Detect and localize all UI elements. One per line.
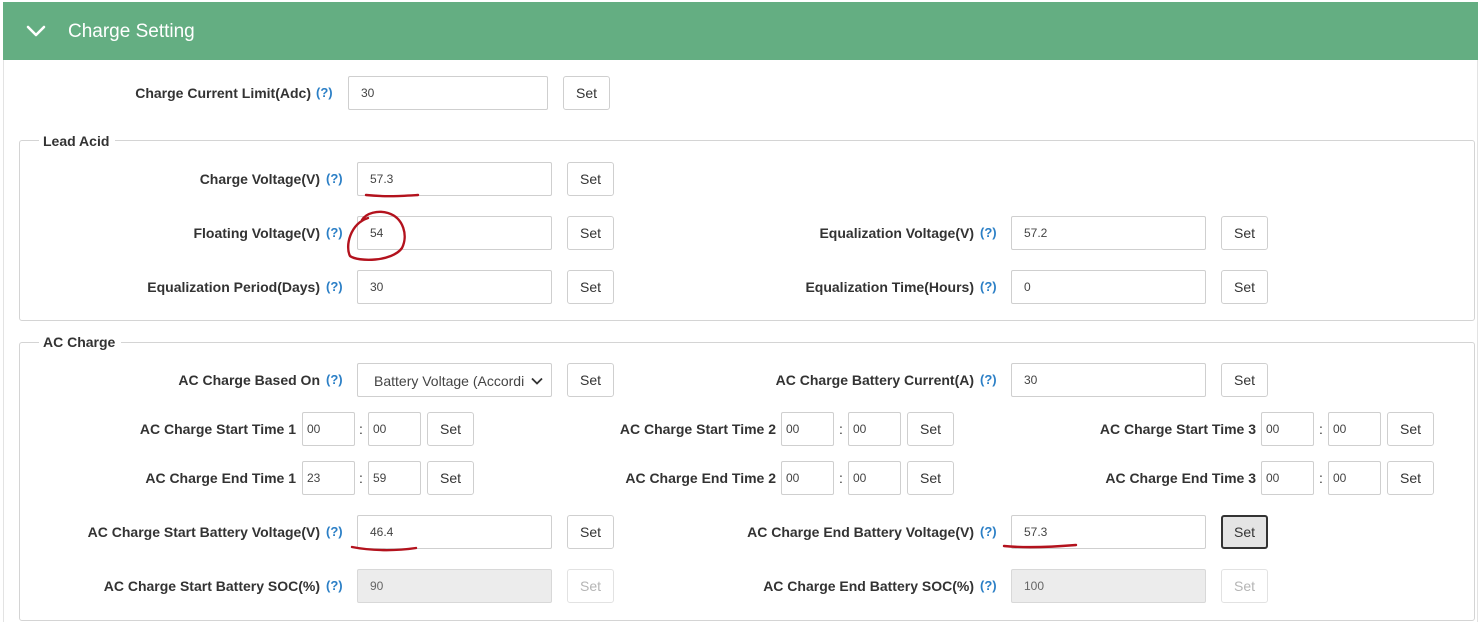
time-separator: : (839, 470, 843, 486)
start-time-3-hour-input[interactable] (1261, 412, 1314, 446)
equalization-time-help[interactable]: (?) (980, 277, 997, 297)
ac-charge-based-on-set-button[interactable]: Set (567, 363, 614, 397)
equalization-period-help[interactable]: (?) (326, 277, 343, 297)
ac-charge-start-battery-voltage-label: AC Charge Start Battery Voltage(V) (87, 524, 320, 540)
ac-charge-based-on-help[interactable]: (?) (326, 370, 343, 390)
charge-voltage-input[interactable] (357, 162, 552, 196)
ac-charge-battery-current-label: AC Charge Battery Current(A) (775, 372, 974, 388)
ac-charge-battery-current-set-button[interactable]: Set (1221, 363, 1268, 397)
time-separator: : (359, 470, 363, 486)
equalization-time-set-button[interactable]: Set (1221, 270, 1268, 304)
ac-charge-end-battery-soc-help[interactable]: (?) (980, 576, 997, 596)
charge-current-limit-label: Charge Current Limit(Adc) (135, 85, 311, 101)
ac-charge-start-time-1-label: AC Charge Start Time 1 (139, 421, 296, 437)
chevron-down-icon[interactable] (25, 20, 47, 42)
end-time-1-hour-input[interactable] (302, 461, 355, 495)
ac-charge-start-battery-soc-label: AC Charge Start Battery SOC(%) (103, 578, 320, 594)
ac-charge-end-time-3-label: AC Charge End Time 3 (1105, 470, 1256, 486)
ac-charge-start-time-2-label: AC Charge Start Time 2 (619, 421, 776, 437)
charge-voltage-set-button[interactable]: Set (567, 162, 614, 196)
ac-charge-end-battery-voltage-input[interactable] (1011, 515, 1206, 549)
ac-charge-based-on-label: AC Charge Based On (178, 372, 320, 388)
ac-charge-battery-current-input[interactable] (1011, 363, 1206, 397)
ac-charge-end-battery-voltage-label: AC Charge End Battery Voltage(V) (747, 524, 974, 540)
time-separator: : (359, 421, 363, 437)
ac-charge-based-on-value: Battery Voltage (According to... (374, 373, 524, 389)
section-title: Charge Setting (68, 21, 195, 42)
equalization-time-label: Equalization Time(Hours) (805, 279, 974, 295)
charge-current-limit-help[interactable]: (?) (316, 83, 333, 103)
ac-charge-start-battery-soc-set-button: Set (567, 569, 614, 603)
ac-charge-start-battery-voltage-input[interactable] (357, 515, 552, 549)
ac-charge-start-battery-voltage-help[interactable]: (?) (326, 522, 343, 542)
charge-voltage-label: Charge Voltage(V) (199, 171, 320, 187)
ac-charge-legend: AC Charge (39, 333, 122, 351)
chevron-down-icon (531, 377, 543, 385)
floating-voltage-help[interactable]: (?) (326, 223, 343, 243)
start-time-2-minute-input[interactable] (848, 412, 901, 446)
equalization-voltage-input[interactable] (1011, 216, 1206, 250)
equalization-period-label: Equalization Period(Days) (147, 279, 320, 295)
time-separator: : (839, 421, 843, 437)
start-time-2-set-button[interactable]: Set (907, 412, 954, 446)
ac-charge-end-battery-soc-input (1011, 569, 1206, 603)
end-time-2-hour-input[interactable] (781, 461, 834, 495)
end-time-2-set-button[interactable]: Set (907, 461, 954, 495)
equalization-period-input[interactable] (357, 270, 552, 304)
ac-charge-battery-current-help[interactable]: (?) (980, 370, 997, 390)
start-time-3-minute-input[interactable] (1328, 412, 1381, 446)
charge-current-limit-set-button[interactable]: Set (563, 76, 610, 110)
floating-voltage-input[interactable] (357, 216, 552, 250)
end-time-3-hour-input[interactable] (1261, 461, 1314, 495)
end-time-3-set-button[interactable]: Set (1387, 461, 1434, 495)
ac-charge-end-battery-soc-label: AC Charge End Battery SOC(%) (763, 578, 974, 594)
time-separator: : (1319, 421, 1323, 437)
ac-charge-end-time-2-label: AC Charge End Time 2 (625, 470, 776, 486)
end-time-1-set-button[interactable]: Set (427, 461, 474, 495)
charge-current-limit-input[interactable] (348, 76, 548, 110)
ac-charge-end-battery-soc-set-button: Set (1221, 569, 1268, 603)
ac-charge-start-battery-voltage-set-button[interactable]: Set (567, 515, 614, 549)
lead-acid-legend: Lead Acid (39, 132, 116, 150)
ac-charge-start-battery-soc-help[interactable]: (?) (326, 576, 343, 596)
equalization-time-input[interactable] (1011, 270, 1206, 304)
equalization-voltage-set-button[interactable]: Set (1221, 216, 1268, 250)
floating-voltage-label: Floating Voltage(V) (193, 225, 320, 241)
time-separator: : (1319, 470, 1323, 486)
equalization-voltage-help[interactable]: (?) (980, 223, 997, 243)
start-time-1-set-button[interactable]: Set (427, 412, 474, 446)
start-time-3-set-button[interactable]: Set (1387, 412, 1434, 446)
end-time-1-minute-input[interactable] (368, 461, 421, 495)
start-time-1-minute-input[interactable] (368, 412, 421, 446)
equalization-voltage-label: Equalization Voltage(V) (819, 225, 974, 241)
equalization-period-set-button[interactable]: Set (567, 270, 614, 304)
ac-charge-end-battery-voltage-help[interactable]: (?) (980, 522, 997, 542)
ac-charge-end-time-1-label: AC Charge End Time 1 (145, 470, 296, 486)
start-time-1-hour-input[interactable] (302, 412, 355, 446)
end-time-3-minute-input[interactable] (1328, 461, 1381, 495)
charge-setting-header[interactable]: Charge Setting (3, 2, 1478, 60)
start-time-2-hour-input[interactable] (781, 412, 834, 446)
charge-voltage-help[interactable]: (?) (326, 169, 343, 189)
ac-charge-based-on-select[interactable]: Battery Voltage (According to... (357, 363, 552, 397)
ac-charge-end-battery-voltage-set-button[interactable]: Set (1221, 515, 1268, 549)
ac-charge-start-battery-soc-input (357, 569, 552, 603)
ac-charge-start-time-3-label: AC Charge Start Time 3 (1099, 421, 1256, 437)
floating-voltage-set-button[interactable]: Set (567, 216, 614, 250)
end-time-2-minute-input[interactable] (848, 461, 901, 495)
